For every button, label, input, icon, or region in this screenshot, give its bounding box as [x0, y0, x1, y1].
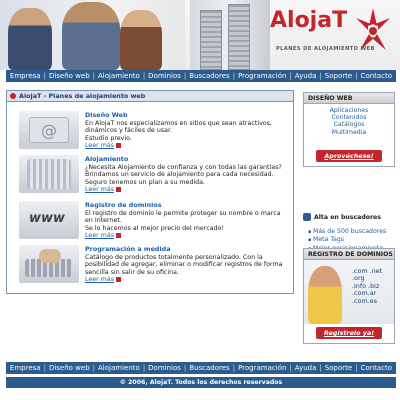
- nav-item-programacion[interactable]: Programación: [235, 364, 289, 372]
- domain-extension: .com .net .org: [352, 267, 383, 283]
- service-registro-dominios: www Registro de dominios El registro de …: [13, 201, 291, 245]
- photo-person: [62, 2, 120, 70]
- header-team-photo: [0, 0, 185, 70]
- nav-item-dominios[interactable]: Dominios: [145, 364, 184, 372]
- server-rack: [200, 10, 222, 70]
- main-panel: AlojaT - Planes de alojamiento web @ Dis…: [6, 90, 294, 294]
- nav-item-ayuda[interactable]: Ayuda: [292, 364, 320, 372]
- logo-star-icon: [356, 8, 390, 50]
- service-description: ¿Necesita Alojamiento de confianza y con…: [85, 164, 282, 186]
- nav-item-diseno-web[interactable]: Diseño web: [46, 364, 93, 372]
- sidebar-buscadores-title: Alta en buscadores: [314, 213, 381, 221]
- search-engine-icon: [303, 213, 311, 221]
- nav-item-soporte[interactable]: Soporte: [322, 364, 355, 372]
- bottom-nav: Empresa | Diseño web | Alojamiento | Domini…: [6, 362, 396, 374]
- sidebar-registro-dominios: REGISTRO DE DOMINIOS .com .net .org .inf…: [303, 248, 395, 344]
- keyboard-hand-icon: [19, 245, 79, 283]
- registrelo-button[interactable]: Registrelo ya!: [316, 327, 382, 339]
- sidebar-card-title: DISEÑO WEB: [304, 93, 394, 104]
- read-more-link[interactable]: Leer más: [85, 185, 122, 193]
- arrow-icon: [116, 276, 122, 282]
- sidebar-list-item[interactable]: Más de 500 buscadores: [308, 228, 386, 236]
- nav-item-alojamiento[interactable]: Alojamiento: [95, 364, 143, 372]
- service-description: En AlojaT nos especializamos en sitios q…: [85, 120, 272, 142]
- nav-item-buscadores[interactable]: Buscadores: [186, 72, 232, 80]
- aprovechese-button[interactable]: Aprovéchese!: [316, 149, 382, 162]
- read-more-label: Leer más: [85, 231, 115, 239]
- sidebar-list-item[interactable]: Catálogos: [308, 121, 390, 128]
- nav-item-ayuda[interactable]: Ayuda: [292, 72, 320, 80]
- dominios-promo-image: .com .net .org .info .biz .com.ar .com.e…: [304, 260, 394, 324]
- sidebar-list-item[interactable]: Multimedia: [308, 129, 390, 136]
- nav-item-buscadores[interactable]: Buscadores: [186, 364, 232, 372]
- email-at-icon: @: [19, 111, 79, 149]
- service-alojamiento: Alojamiento ¿Necesita Alojamiento de con…: [13, 155, 291, 199]
- service-title[interactable]: Diseño Web: [85, 111, 289, 119]
- service-diseno-web: @ Diseño Web En AlojaT nos especializamo…: [13, 111, 291, 155]
- read-more-label: Leer más: [85, 185, 115, 193]
- nav-item-contacto[interactable]: Contacto: [358, 72, 396, 80]
- server-rack: [228, 4, 250, 70]
- nav-item-empresa[interactable]: Empresa: [7, 364, 44, 372]
- service-description: Catálogo de productos totalmente persona…: [85, 254, 283, 276]
- server-icon: [19, 155, 79, 193]
- service-description: El registro de dominio le permite proteg…: [85, 210, 281, 232]
- sidebar-list-item[interactable]: Meta Tags: [308, 236, 386, 244]
- logo-mini-icon: [10, 93, 16, 99]
- nav-item-alojamiento[interactable]: Alojamiento: [95, 72, 143, 80]
- read-more-link[interactable]: Leer más: [85, 275, 122, 283]
- service-title[interactable]: Registro de dominios: [85, 201, 289, 209]
- nav-item-programacion[interactable]: Programación: [235, 72, 289, 80]
- read-more-link[interactable]: Leer más: [85, 141, 122, 149]
- domain-extension: .com.es: [352, 296, 377, 305]
- promo-person: [308, 266, 342, 324]
- service-title[interactable]: Programación a medida: [85, 245, 289, 253]
- site-header: AlojaT PLANES DE ALOJAMIENTO WEB: [0, 0, 400, 70]
- photo-person: [8, 8, 52, 70]
- copyright-bar: © 2006, AlojaT. Todos los derechos reser…: [6, 377, 396, 388]
- nav-item-diseno-web[interactable]: Diseño web: [46, 72, 93, 80]
- arrow-icon: [116, 186, 122, 192]
- header-servers-image: [190, 0, 270, 70]
- nav-item-soporte[interactable]: Soporte: [322, 72, 355, 80]
- photo-person: [120, 10, 162, 70]
- sidebar-list-item[interactable]: Aplicaciones: [308, 107, 390, 114]
- www-icon: www: [19, 201, 79, 239]
- read-more-label: Leer más: [85, 275, 115, 283]
- sidebar-buscadores-header: Alta en buscadores: [303, 212, 395, 222]
- top-nav: Empresa | Diseño web | Alojamiento | Domini…: [6, 70, 396, 82]
- arrow-icon: [116, 232, 122, 238]
- sidebar-diseno-web: DISEÑO WEB Aplicaciones Contenidos Catál…: [303, 92, 395, 167]
- service-title[interactable]: Alojamiento: [85, 155, 289, 163]
- service-programacion: Programación a medida Catálogo de produc…: [13, 245, 291, 289]
- main-panel-header: AlojaT - Planes de alojamiento web: [7, 91, 293, 102]
- read-more-link[interactable]: Leer más: [85, 231, 122, 239]
- nav-item-dominios[interactable]: Dominios: [145, 72, 184, 80]
- logo-title[interactable]: AlojaT: [270, 8, 347, 33]
- arrow-icon: [116, 142, 122, 148]
- read-more-label: Leer más: [85, 141, 115, 149]
- sidebar-card-title: REGISTRO DE DOMINIOS: [304, 249, 394, 260]
- nav-item-contacto[interactable]: Contacto: [358, 364, 396, 372]
- sidebar-diseno-list: Aplicaciones Contenidos Catálogos Multim…: [304, 104, 394, 139]
- main-panel-title: AlojaT - Planes de alojamiento web: [19, 92, 146, 100]
- nav-item-empresa[interactable]: Empresa: [7, 72, 44, 80]
